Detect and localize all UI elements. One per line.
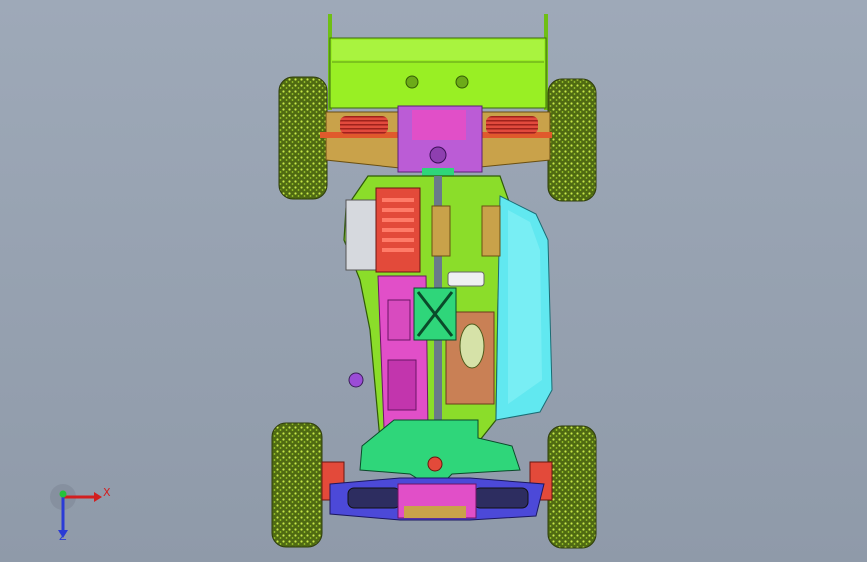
rear-suspension <box>320 105 552 180</box>
x-axis-label: X <box>103 486 111 499</box>
front-right-tire <box>547 425 597 549</box>
z-axis-label: Z <box>59 530 67 543</box>
front-left-tire <box>271 422 323 548</box>
rear-right-tire <box>547 78 597 202</box>
rc-car-model[interactable] <box>0 0 867 562</box>
servo-unit <box>345 187 421 273</box>
cad-viewport[interactable]: X Z <box>0 0 867 562</box>
front-suspension <box>321 419 553 521</box>
center-diff <box>413 287 457 341</box>
rear-wing <box>328 14 548 110</box>
y-axis-icon <box>59 490 67 498</box>
body-shell <box>495 195 553 421</box>
rear-left-tire <box>278 76 328 200</box>
